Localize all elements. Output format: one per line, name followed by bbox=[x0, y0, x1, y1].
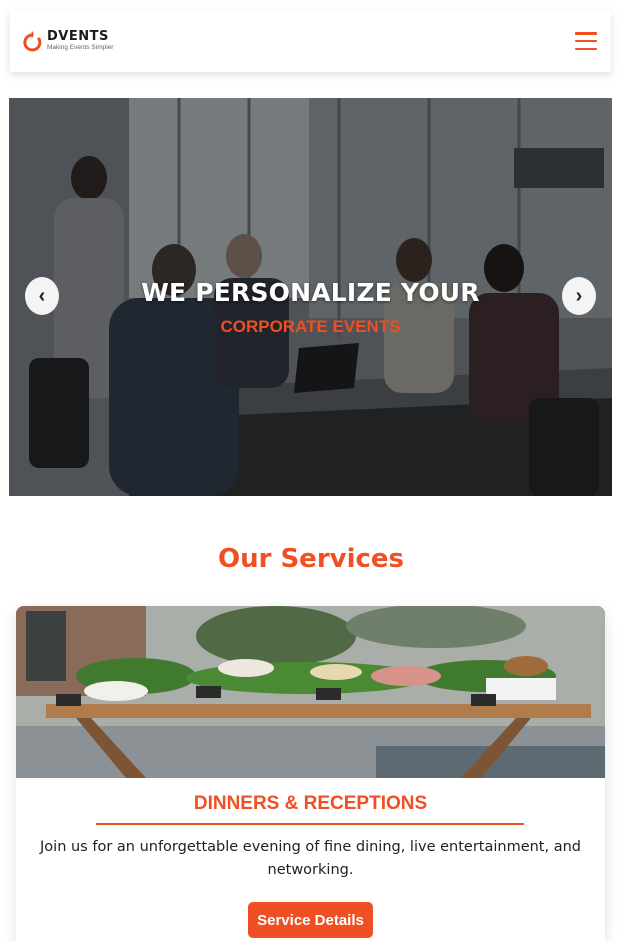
services-heading: Our Services bbox=[217, 544, 405, 574]
slider-next-button[interactable]: › bbox=[562, 277, 596, 315]
service-card-image bbox=[16, 606, 605, 778]
flame-ring-icon bbox=[22, 30, 42, 52]
chevron-left-icon: ‹ bbox=[38, 284, 46, 307]
service-card-title: DINNERS & RECEPTIONS bbox=[193, 793, 428, 814]
service-card-description: Join us for an unforgettable evening of … bbox=[40, 839, 581, 878]
title-divider bbox=[96, 823, 524, 825]
service-card: DINNERS & RECEPTIONS Join us for an unfo… bbox=[16, 606, 605, 941]
hero-title: WE PERSONALIZE YOUR bbox=[141, 278, 480, 307]
brand-tagline: Making Events Simpler bbox=[47, 44, 114, 52]
brand-name: DVENTS bbox=[47, 29, 109, 45]
hero-slider: WE PERSONALIZE YOUR CORPORATE EVENTS ‹ › bbox=[9, 98, 612, 496]
slider-prev-button[interactable]: ‹ bbox=[25, 277, 59, 315]
hero-subtitle: CORPORATE EVENTS bbox=[220, 317, 401, 336]
hamburger-menu-icon[interactable] bbox=[575, 32, 597, 50]
service-details-button[interactable]: Service Details bbox=[248, 902, 373, 938]
chevron-right-icon: › bbox=[575, 284, 583, 307]
brand-logo[interactable]: DVENTS Making Events Simpler bbox=[22, 30, 113, 52]
site-header: DVENTS Making Events Simpler bbox=[10, 10, 611, 72]
